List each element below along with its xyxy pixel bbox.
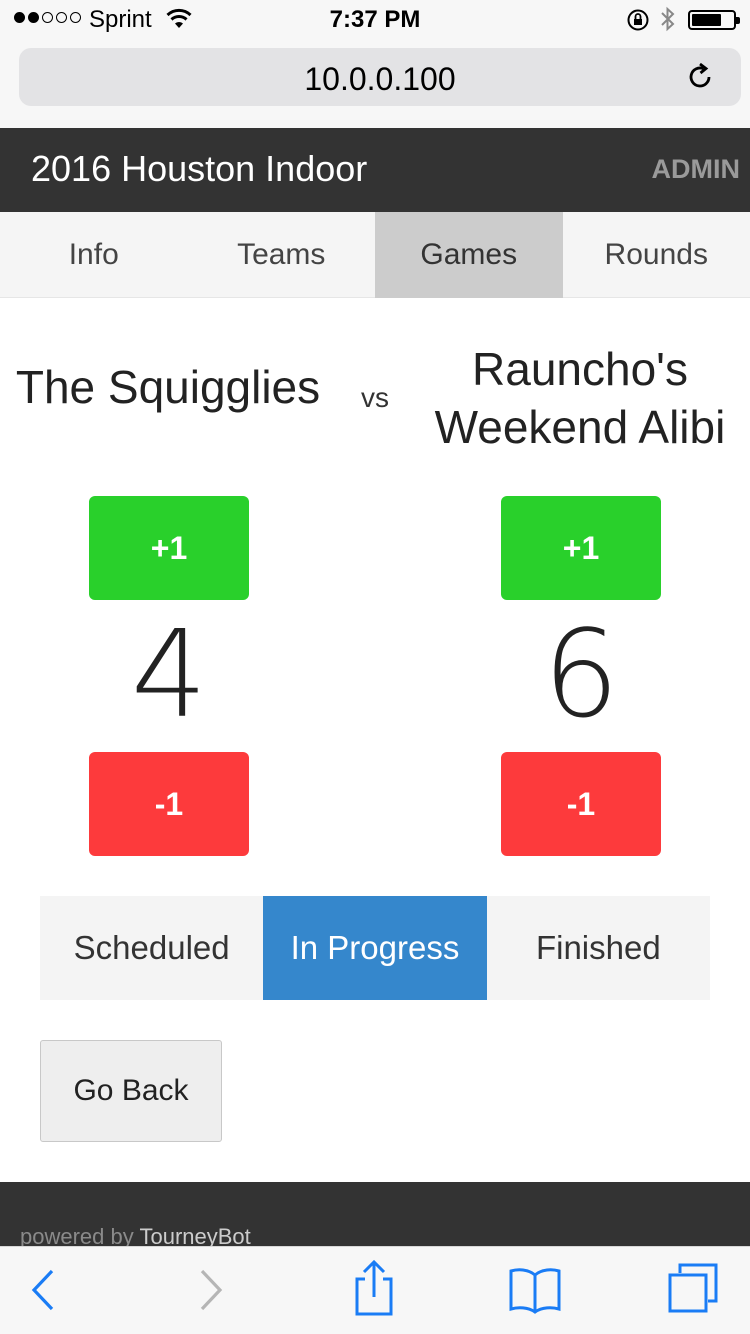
status-in-progress-button[interactable]: In Progress <box>263 896 487 1000</box>
status-bar: Sprint 7:37 PM <box>0 0 750 40</box>
back-icon[interactable] <box>28 1265 58 1320</box>
nav-tabs: Info Teams Games Rounds <box>0 212 750 298</box>
tab-teams[interactable]: Teams <box>188 212 376 298</box>
tab-rounds[interactable]: Rounds <box>563 212 750 298</box>
reload-icon[interactable] <box>685 62 715 97</box>
game-status-selector: Scheduled In Progress Finished <box>40 896 710 1000</box>
tab-games[interactable]: Games <box>375 212 563 298</box>
team-right-minus-button[interactable]: -1 <box>501 752 661 856</box>
bookmarks-icon[interactable] <box>508 1265 562 1320</box>
go-back-button[interactable]: Go Back <box>40 1040 222 1142</box>
battery-icon <box>688 10 740 30</box>
url-field[interactable]: 10.0.0.100 <box>19 48 741 106</box>
team-right-name: Rauncho's Weekend Alibi <box>434 343 726 453</box>
share-icon[interactable] <box>352 1259 396 1322</box>
team-left-score: 4 <box>130 606 208 745</box>
browser-address-bar-area: 10.0.0.100 <box>0 40 750 128</box>
team-right-score: 6 <box>542 606 620 745</box>
forward-icon[interactable] <box>196 1265 226 1320</box>
status-scheduled-button[interactable]: Scheduled <box>40 896 263 1000</box>
vs-label: vs <box>361 382 389 413</box>
rotation-lock-icon <box>626 8 650 37</box>
url-text: 10.0.0.100 <box>304 61 456 97</box>
admin-link[interactable]: ADMIN <box>652 154 741 185</box>
footer: powered by TourneyBot <box>0 1182 750 1252</box>
team-left-name: The Squigglies <box>15 361 321 413</box>
status-finished-button[interactable]: Finished <box>487 896 710 1000</box>
tabs-icon[interactable] <box>666 1261 720 1320</box>
team-left-minus-button[interactable]: -1 <box>89 752 249 856</box>
tab-info[interactable]: Info <box>0 212 188 298</box>
team-left-plus-button[interactable]: +1 <box>89 496 249 600</box>
app-header: 2016 Houston Indoor ADMIN <box>0 128 750 212</box>
team-right-plus-button[interactable]: +1 <box>501 496 661 600</box>
page-title: 2016 Houston Indoor <box>31 148 368 189</box>
bluetooth-icon <box>660 6 676 37</box>
browser-toolbar <box>0 1246 750 1334</box>
